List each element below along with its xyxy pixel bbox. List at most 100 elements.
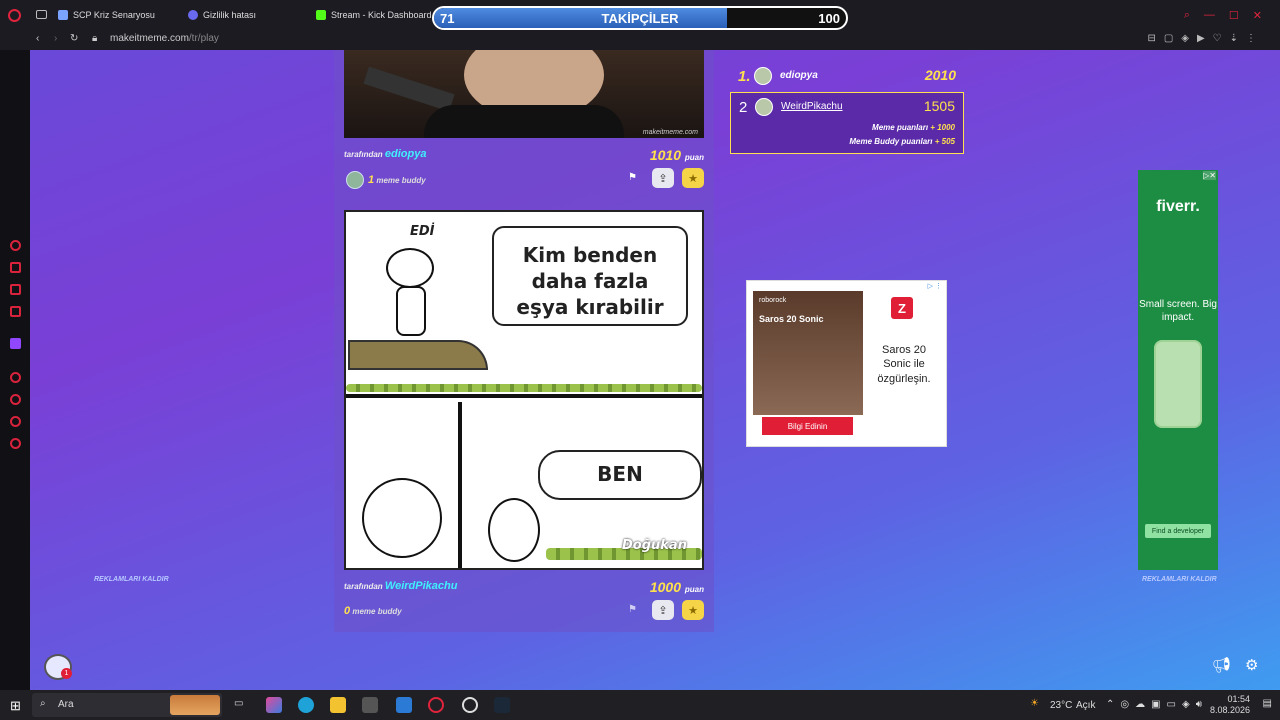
workspace-icon[interactable] <box>36 10 47 19</box>
tab-scp[interactable]: SCP Kriz Senaryosu <box>58 0 155 30</box>
file-explorer-icon[interactable] <box>330 697 346 713</box>
taskbar-search[interactable]: ⌕ Ara <box>32 693 222 717</box>
ad-product-image: roborock Saros 20 Sonic <box>753 291 863 415</box>
report-flag-icon[interactable]: ⚑ <box>628 604 637 615</box>
comic-character-left <box>362 478 442 558</box>
post1-buddy-count: 1 meme buddy <box>368 174 426 186</box>
maximize-icon[interactable]: ☐ <box>1229 9 1239 22</box>
lock-icon: 🔒︎ <box>92 33 98 44</box>
ad-close-icon[interactable]: ▷✕ <box>1203 171 1216 180</box>
windows-start-icon[interactable]: ⊞ <box>10 698 21 714</box>
sidebar-twitch-icon[interactable] <box>10 338 21 349</box>
steam-icon[interactable] <box>494 697 510 713</box>
mail-icon[interactable] <box>396 697 412 713</box>
search-highlight-image <box>170 695 220 715</box>
obs-icon[interactable] <box>462 697 478 713</box>
sidebar-shop-icon[interactable] <box>10 262 21 273</box>
ad-cta-button[interactable]: Bilgi Edinin <box>762 417 853 435</box>
fiverr-cta-button[interactable]: Find a developer <box>1145 524 1211 538</box>
minimize-icon[interactable]: — <box>1204 9 1215 22</box>
url-field[interactable]: makeitmeme.com/tr/play <box>110 33 219 44</box>
sidebar-extensions-icon[interactable] <box>10 416 21 427</box>
follower-label: TAKİPÇİLER <box>601 11 679 26</box>
share-icon: ⇪ <box>658 172 668 185</box>
tab-favicon-icon <box>58 10 68 20</box>
fiverr-tagline: Small screen. Big impact. <box>1139 299 1217 323</box>
sidebar-instagram-icon[interactable] <box>10 306 21 317</box>
post2-buddy-count: 0 meme buddy <box>344 605 402 617</box>
notifications-icon[interactable]: ▤ <box>1263 698 1272 709</box>
meme-points-line: Meme puanları + 1000 <box>872 123 955 132</box>
comic-name-top: EDİ <box>410 224 435 239</box>
back-icon[interactable]: ‹ <box>36 33 39 44</box>
follower-goal: 100 <box>818 11 840 26</box>
address-bar: ‹ › ↻ 🔒︎ makeitmeme.com/tr/play ⊟▢◈▶♡⇣⋮ <box>0 30 1280 50</box>
leaderboard-row-2-highlight: 2 WeirdPikachu 1505 Meme puanları + 1000… <box>730 92 964 154</box>
tab-privacy-error[interactable]: Gizlilik hatası <box>188 0 256 30</box>
favorite-button[interactable]: ★ <box>682 168 704 188</box>
sidebar-player-icon[interactable] <box>10 372 21 383</box>
makeitmeme-page: makeitmeme.com tarafından ediopya 1010 p… <box>30 50 1280 690</box>
forward-icon[interactable]: › <box>54 33 57 44</box>
phone-illustration <box>1154 340 1202 428</box>
roborock-ad[interactable]: ▷ ⋮ roborock Saros 20 Sonic Bilgi Edinin… <box>746 280 947 447</box>
weather-icon: ☀ <box>1030 698 1039 709</box>
close-icon[interactable]: ✕ <box>1253 9 1262 22</box>
ad-logo-icon: Z <box>891 297 913 319</box>
fiverr-ad[interactable]: ▷✕ fiverr. Small screen. Big impact. Fin… <box>1138 170 1218 570</box>
report-flag-icon[interactable]: ⚑ <box>628 172 637 183</box>
comic-speech-bubble-2: BEN <box>538 450 702 500</box>
star-icon: ★ <box>688 604 698 617</box>
leaderboard-row-1: 1. ediopya 2010 <box>738 67 956 85</box>
copilot-icon[interactable] <box>266 697 282 713</box>
watermark: makeitmeme.com <box>642 129 698 136</box>
sidebar-settings-icon[interactable] <box>10 438 21 449</box>
fiverr-logo: fiverr. <box>1156 198 1200 215</box>
avatar <box>755 98 773 116</box>
share-icon: ⇪ <box>658 604 668 617</box>
edge-icon[interactable] <box>298 697 314 713</box>
system-tray-icons[interactable]: ⌃◎☁▣▭◈🔊︎ <box>1106 699 1208 710</box>
comic-cliff <box>348 340 488 370</box>
weather-state: Açık <box>1076 700 1096 711</box>
megaphone-icon[interactable]: 📢︎ <box>1212 656 1231 674</box>
ad-headline: Saros 20 Sonic ile özgürleşin. <box>877 344 931 385</box>
opera-taskbar-icon[interactable] <box>428 697 444 713</box>
opera-logo-icon[interactable] <box>8 9 21 22</box>
gear-icon[interactable]: ⚙ <box>1245 656 1258 674</box>
remove-ads-link-left[interactable]: REKLAMLARI KALDIR <box>94 576 169 583</box>
post2-username[interactable]: WeirdPikachu <box>385 580 458 592</box>
buddy-points-line: Meme Buddy puanları + 505 <box>849 137 955 146</box>
comic-name-bottom: Doğukan <box>622 538 687 553</box>
clock[interactable]: 01:54 8.08.2026 <box>1210 694 1250 716</box>
share-button[interactable]: ⇪ <box>652 168 674 188</box>
share-button[interactable]: ⇪ <box>652 600 674 620</box>
tab-kick-dashboard[interactable]: Stream - Kick Dashboard <box>316 0 432 30</box>
comic-character-small <box>488 498 540 562</box>
favorite-button[interactable]: ★ <box>682 600 704 620</box>
search-tabs-icon[interactable]: ⌕ <box>1184 9 1190 22</box>
leaderboard: 1. ediopya 2010 2 WeirdPikachu 1505 Meme… <box>730 62 964 154</box>
sidebar-chat-icon[interactable] <box>10 284 21 295</box>
comic-character-body <box>396 286 426 336</box>
task-view-icon[interactable]: ▭ <box>234 698 243 709</box>
person-shirt <box>424 105 624 138</box>
post1-username[interactable]: ediopya <box>385 148 427 160</box>
chat-unread-badge: 1 <box>61 668 72 679</box>
weather-temp: 23°C <box>1050 700 1073 711</box>
post2-author: tarafından WeirdPikachu <box>344 580 458 592</box>
sidebar-history-icon[interactable] <box>10 394 21 405</box>
remove-ads-link-right[interactable]: REKLAMLARI KALDIR <box>1142 576 1217 583</box>
meme-feed: makeitmeme.com tarafından ediopya 1010 p… <box>334 50 714 632</box>
comic-character-edi <box>386 248 434 288</box>
sidebar-messenger-icon[interactable] <box>10 240 21 251</box>
follower-goal-bar: 71 TAKİPÇİLER 100 <box>432 6 848 30</box>
comic-speech-bubble-1: Kim benden daha fazla eşya kırabilir <box>492 226 688 326</box>
adchoices-icon[interactable]: ▷ ⋮ <box>928 282 942 290</box>
store-icon[interactable] <box>362 697 378 713</box>
browser-sidebar <box>0 50 30 690</box>
reload-icon[interactable]: ↻ <box>70 33 78 44</box>
post1-score: 1010 puan <box>649 147 704 163</box>
browser-toolbar-icons[interactable]: ⊟▢◈▶♡⇣⋮ <box>1147 33 1264 44</box>
tab-favicon-icon <box>188 10 198 20</box>
